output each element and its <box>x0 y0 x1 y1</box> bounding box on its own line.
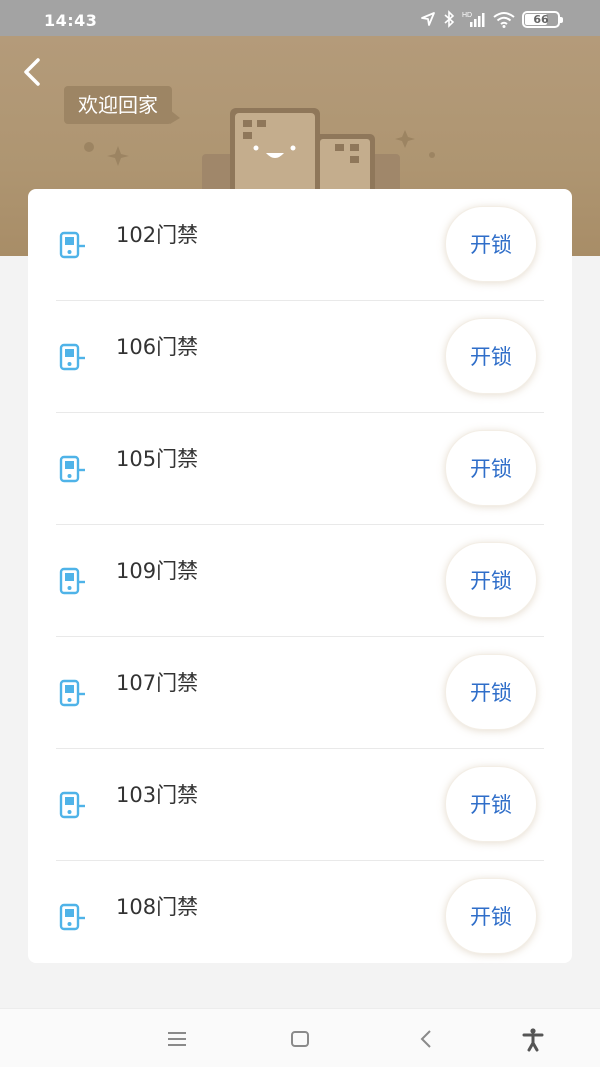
door-row-105: 105门禁 开锁 <box>56 413 544 525</box>
battery-level: 66 <box>533 12 549 26</box>
door-name: 102门禁 <box>116 223 199 247</box>
unlock-button[interactable]: 开锁 <box>445 766 537 842</box>
home-square-icon <box>291 1031 309 1047</box>
door-row-109: 109门禁 开锁 <box>56 525 544 637</box>
unlock-button[interactable]: 开锁 <box>445 878 537 954</box>
chevron-left-icon <box>24 58 40 86</box>
door-row-102: 102门禁 开锁 <box>56 189 544 301</box>
door-row-106: 106门禁 开锁 <box>56 301 544 413</box>
door-lock-icon <box>59 567 85 595</box>
unlock-button[interactable]: 开锁 <box>445 542 537 618</box>
status-bar: 14:43 HD 66 <box>0 0 600 36</box>
status-icons: HD 66 <box>420 9 563 29</box>
door-lock-icon <box>59 903 85 931</box>
unlock-button[interactable]: 开锁 <box>445 318 537 394</box>
unlock-button[interactable]: 开锁 <box>445 206 537 282</box>
door-lock-icon <box>59 679 85 707</box>
wifi-icon <box>493 11 515 28</box>
location-icon <box>420 11 436 27</box>
accessibility-button[interactable] <box>519 1025 547 1053</box>
door-name: 106门禁 <box>116 335 199 359</box>
door-lock-icon <box>59 343 85 371</box>
svg-text:HD: HD <box>462 12 472 19</box>
unlock-button[interactable]: 开锁 <box>445 430 537 506</box>
back-button[interactable] <box>14 54 54 90</box>
unlock-button[interactable]: 开锁 <box>445 654 537 730</box>
door-row-108: 108门禁 开锁 <box>56 861 544 973</box>
system-nav-bar <box>0 1008 600 1067</box>
door-name: 103门禁 <box>116 783 199 807</box>
back-nav-button[interactable] <box>412 1025 440 1053</box>
door-lock-icon <box>59 455 85 483</box>
door-row-103: 103门禁 开锁 <box>56 749 544 861</box>
accessibility-icon <box>522 1028 544 1052</box>
menu-icon <box>168 1032 186 1046</box>
door-name: 107门禁 <box>116 671 199 695</box>
battery-indicator: 66 <box>522 10 563 28</box>
menu-button[interactable] <box>163 1025 191 1053</box>
door-name: 105门禁 <box>116 447 199 471</box>
home-button[interactable] <box>286 1025 314 1053</box>
door-lock-icon <box>59 791 85 819</box>
door-name: 109门禁 <box>116 559 199 583</box>
bluetooth-icon <box>443 10 455 28</box>
door-row-107: 107门禁 开锁 <box>56 637 544 749</box>
status-time: 14:43 <box>44 11 98 30</box>
door-lock-icon <box>59 231 85 259</box>
cellular-signal-icon: HD <box>462 10 486 28</box>
door-list-card: 102门禁 开锁 106门禁 开锁 105门禁 开锁 109门禁 开锁 107门… <box>28 189 572 963</box>
door-name: 108门禁 <box>116 895 199 919</box>
back-triangle-icon <box>420 1030 431 1048</box>
